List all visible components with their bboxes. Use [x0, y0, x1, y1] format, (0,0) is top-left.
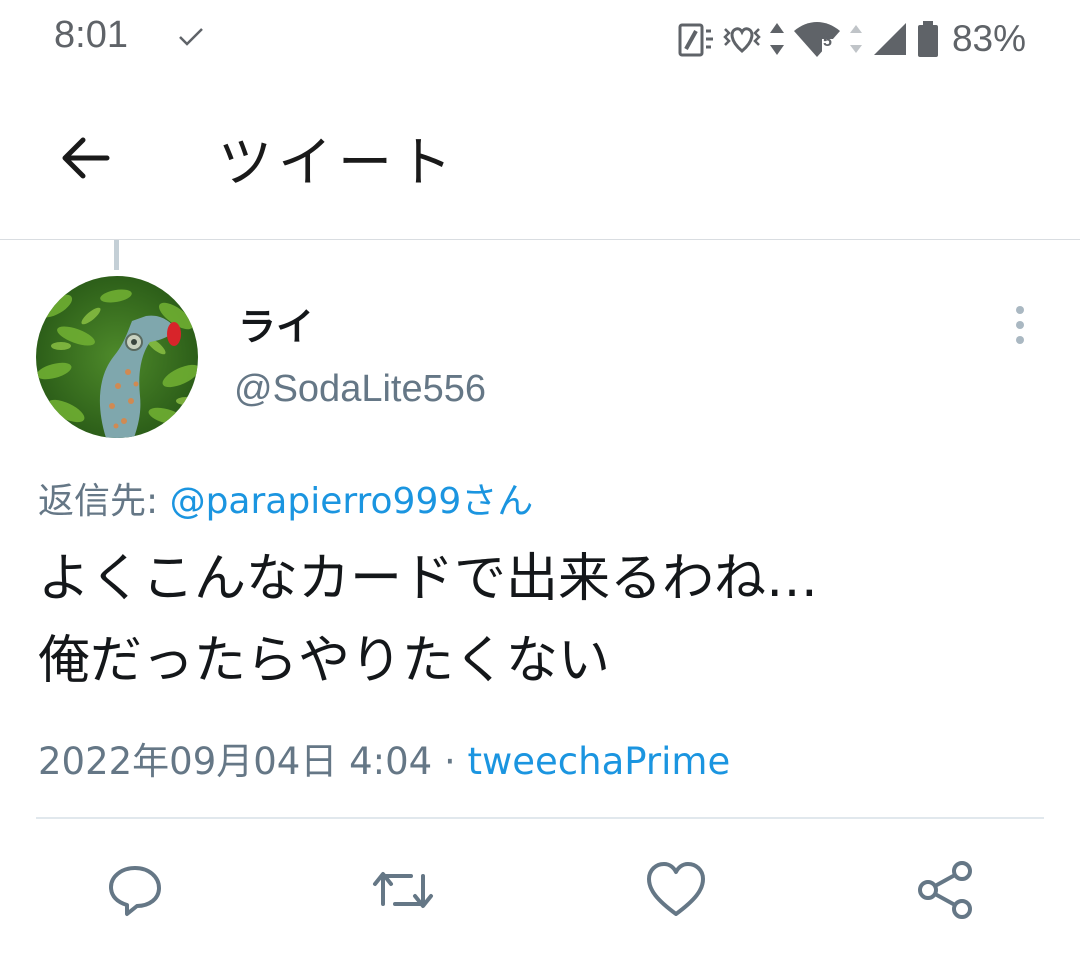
- header-divider: [0, 239, 1080, 240]
- data-arrows-icon: [769, 23, 784, 55]
- reply-mention-link[interactable]: @parapierro999さん: [170, 481, 534, 522]
- display-name[interactable]: ライ: [238, 296, 314, 351]
- reply-icon: [109, 866, 161, 916]
- more-vertical-icon: [1016, 306, 1024, 344]
- battery-icon: [917, 21, 938, 57]
- nfc-icon: [678, 23, 713, 57]
- tweet-text: よくこんなカードで出来るわね… 俺だったらやりたくない: [38, 538, 1048, 702]
- reply-to-line: 返信先: @parapierro999さん: [38, 472, 533, 524]
- page-title: ツイート: [218, 131, 458, 194]
- avatar-image: [36, 276, 198, 438]
- user-handle[interactable]: @SodaLite556: [234, 368, 486, 411]
- tweet-meta: 2022年09月04日 4:04 · tweechaPrime: [38, 731, 730, 785]
- vibrate-icon: [723, 27, 761, 53]
- avatar[interactable]: [36, 276, 198, 438]
- cell-signal-icon: [873, 23, 906, 55]
- meta-separator: ·: [432, 740, 468, 783]
- data-arrows-icon-2: [849, 25, 862, 53]
- like-button[interactable]: [644, 858, 708, 922]
- battery-percent: 83%: [951, 18, 1026, 59]
- reply-prefix: 返信先:: [38, 481, 170, 522]
- check-icon: [179, 28, 203, 46]
- retweet-icon: [373, 872, 433, 908]
- share-button[interactable]: [913, 858, 977, 922]
- tweet-text-line-1: よくこんなカードで出来るわね…: [38, 549, 819, 609]
- source-link[interactable]: tweechaPrime: [467, 740, 730, 783]
- wifi-icon: 5: [792, 19, 842, 59]
- header: ツイート: [0, 80, 1080, 239]
- status-icons: 5 83%: [676, 14, 1026, 64]
- thread-line: [114, 240, 119, 270]
- like-icon: [647, 862, 705, 916]
- retweet-button[interactable]: [371, 858, 435, 922]
- reply-button[interactable]: [103, 858, 167, 922]
- more-options-button[interactable]: [1000, 300, 1040, 350]
- tweet-text-line-2: 俺だったらやりたくない: [38, 631, 611, 691]
- tweet-timestamp: 2022年09月04日 4:04: [38, 740, 433, 783]
- wifi-badge: 5: [822, 33, 832, 50]
- arrow-left-icon: [62, 137, 110, 179]
- back-button[interactable]: [50, 125, 120, 191]
- actions-divider: [36, 817, 1044, 819]
- share-icon: [918, 861, 972, 919]
- status-time: 8:01: [54, 14, 128, 56]
- status-bar: 8:01 5 83%: [0, 0, 1080, 80]
